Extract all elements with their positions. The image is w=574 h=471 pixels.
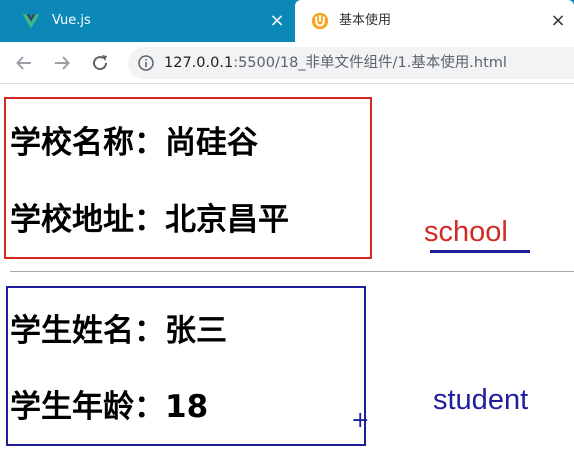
- url-host: 127.0.0.1: [164, 55, 234, 71]
- forward-button[interactable]: [50, 51, 74, 75]
- vue-logo-icon: [22, 14, 40, 29]
- horizontal-divider: [10, 271, 574, 272]
- school-name-line: 学校名称：尚硅谷: [10, 125, 258, 161]
- student-name-line: 学生姓名：张三: [10, 313, 227, 349]
- annotation-underline: [430, 250, 530, 253]
- url-text: 127.0.0.1:5500/18_非单文件组件/1.基本使用.html: [164, 54, 507, 72]
- crosshair-cursor-icon: +: [351, 408, 370, 433]
- live-server-icon: [311, 12, 329, 30]
- tab-basic-usage[interactable]: 基本使用 ×: [295, 0, 574, 42]
- tab-title: Vue.js: [52, 13, 91, 28]
- address-bar[interactable]: 127.0.0.1:5500/18_非单文件组件/1.基本使用.html: [128, 47, 574, 79]
- reload-button[interactable]: [88, 51, 112, 75]
- close-tab-icon[interactable]: ×: [266, 10, 288, 32]
- school-address-line: 学校地址：北京昌平: [10, 202, 289, 238]
- reload-icon: [93, 55, 108, 71]
- school-annotation: school: [424, 216, 508, 248]
- info-icon[interactable]: [138, 55, 154, 71]
- student-age-line: 学生年龄：18: [10, 389, 209, 425]
- arrow-left-icon: [16, 56, 31, 70]
- tab-strip: Vue.js × 基本使用 ×: [0, 0, 574, 42]
- browser-toolbar: 127.0.0.1:5500/18_非单文件组件/1.基本使用.html: [0, 42, 574, 84]
- arrow-right-icon: [55, 56, 70, 70]
- back-button[interactable]: [12, 51, 36, 75]
- url-path: :5500/18_非单文件组件/1.基本使用.html: [233, 55, 507, 71]
- tab-vuejs[interactable]: Vue.js ×: [0, 0, 295, 42]
- student-annotation: student: [433, 384, 529, 416]
- tab-title: 基本使用: [339, 13, 392, 28]
- close-tab-icon[interactable]: ×: [547, 10, 569, 32]
